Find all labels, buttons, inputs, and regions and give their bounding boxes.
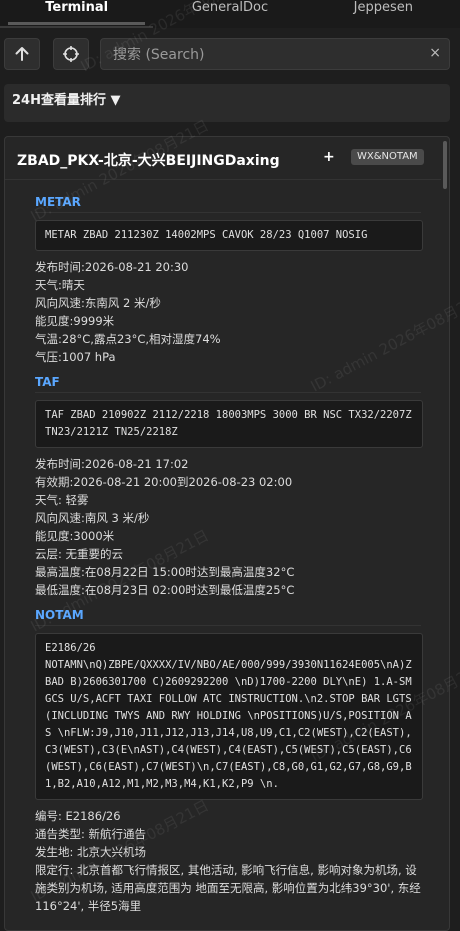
taf-info-line: 有效期:2026-08-21 20:00到2026-08-23 02:00 <box>35 475 293 489</box>
taf-raw: TAF ZBAD 210902Z 2112/2218 18003MPS 3000… <box>35 400 423 448</box>
airport-panel: ZBAD_PKX-北京-大兴BEIJINGDaxing + WX&NOTAM M… <box>4 136 450 931</box>
metar-title: METAR <box>35 192 421 213</box>
search-box: × <box>100 38 450 71</box>
metar-raw: METAR ZBAD 211230Z 14002MPS CAVOK 28/23 … <box>35 220 423 251</box>
scrollbar[interactable] <box>443 141 447 189</box>
taf-info-line: 风向风速:南风 3 米/秒 <box>35 511 150 525</box>
tab-terminal[interactable]: Terminal <box>0 0 154 28</box>
airport-title: ZBAD_PKX-北京-大兴BEIJINGDaxing <box>17 153 280 169</box>
tab-jeppesen[interactable]: Jeppesen <box>307 0 460 28</box>
search-input[interactable] <box>111 39 415 71</box>
crosshair-icon <box>63 46 79 62</box>
add-favorite-button[interactable]: + <box>323 149 335 165</box>
taf-info-line: 天气: 轻雾 <box>35 493 89 507</box>
notam-title: NOTAM <box>35 605 421 626</box>
metar-info: 发布时间:2026-08-21 20:30 天气:晴天 风向风速:东南风 2 米… <box>35 258 421 366</box>
taf-info-line: 发布时间:2026-08-21 17:02 <box>35 457 189 471</box>
wx-notam-badge[interactable]: WX&NOTAM <box>351 149 424 165</box>
airport-header: ZBAD_PKX-北京-大兴BEIJINGDaxing + WX&NOTAM <box>5 137 441 180</box>
ranking-dropdown[interactable]: 24H查看量排行 ▼ <box>4 84 450 122</box>
notam-info-line: 编号: E2186/26 <box>35 809 121 823</box>
taf-info-line: 云层: 无重要的云 <box>35 547 124 561</box>
up-button[interactable] <box>4 38 40 70</box>
notam-info: 编号: E2186/26 通告类型: 新航行通告 发生地: 北京大兴机场 限定行… <box>35 807 421 915</box>
clear-search-icon[interactable]: × <box>429 45 441 61</box>
metar-info-line: 发布时间:2026-08-21 20:30 <box>35 260 189 274</box>
notam-raw: E2186/26 NOTAMN\nQ)ZBPE/QXXXX/IV/NBO/AE/… <box>35 633 423 800</box>
notam-info-line: 通告类型: 新航行通告 <box>35 827 147 841</box>
toolbar: × <box>0 34 460 74</box>
taf-info-line: 能见度:3000米 <box>35 529 115 543</box>
taf-info-line: 最低温度:在08月23日 02:00时达到最低温度25°C <box>35 583 295 597</box>
weather-content: METAR METAR ZBAD 211230Z 14002MPS CAVOK … <box>35 192 423 915</box>
metar-info-line: 天气:晴天 <box>35 278 85 292</box>
tab-generaldoc[interactable]: GeneralDoc <box>153 0 306 28</box>
taf-info-line: 最高温度:在08月22日 15:00时达到最高温度32°C <box>35 565 295 579</box>
metar-info-line: 能见度:9999米 <box>35 314 115 328</box>
metar-info-line: 风向风速:东南风 2 米/秒 <box>35 296 161 310</box>
metar-info-line: 气压:1007 hPa <box>35 350 116 364</box>
taf-info: 发布时间:2026-08-21 17:02 有效期:2026-08-21 20:… <box>35 455 421 599</box>
arrow-up-icon <box>15 47 29 61</box>
locate-button[interactable] <box>53 38 89 70</box>
taf-title: TAF <box>35 372 421 393</box>
metar-info-line: 气温:28°C,露点23°C,相对湿度74% <box>35 332 221 346</box>
tab-bar: Terminal GeneralDoc Jeppesen <box>0 0 460 28</box>
notam-info-line: 限定行: 北京首都飞行情报区, 其他活动, 影响飞行信息, 影响对象为机场, 设… <box>35 863 421 913</box>
notam-info-line: 发生地: 北京大兴机场 <box>35 845 147 859</box>
